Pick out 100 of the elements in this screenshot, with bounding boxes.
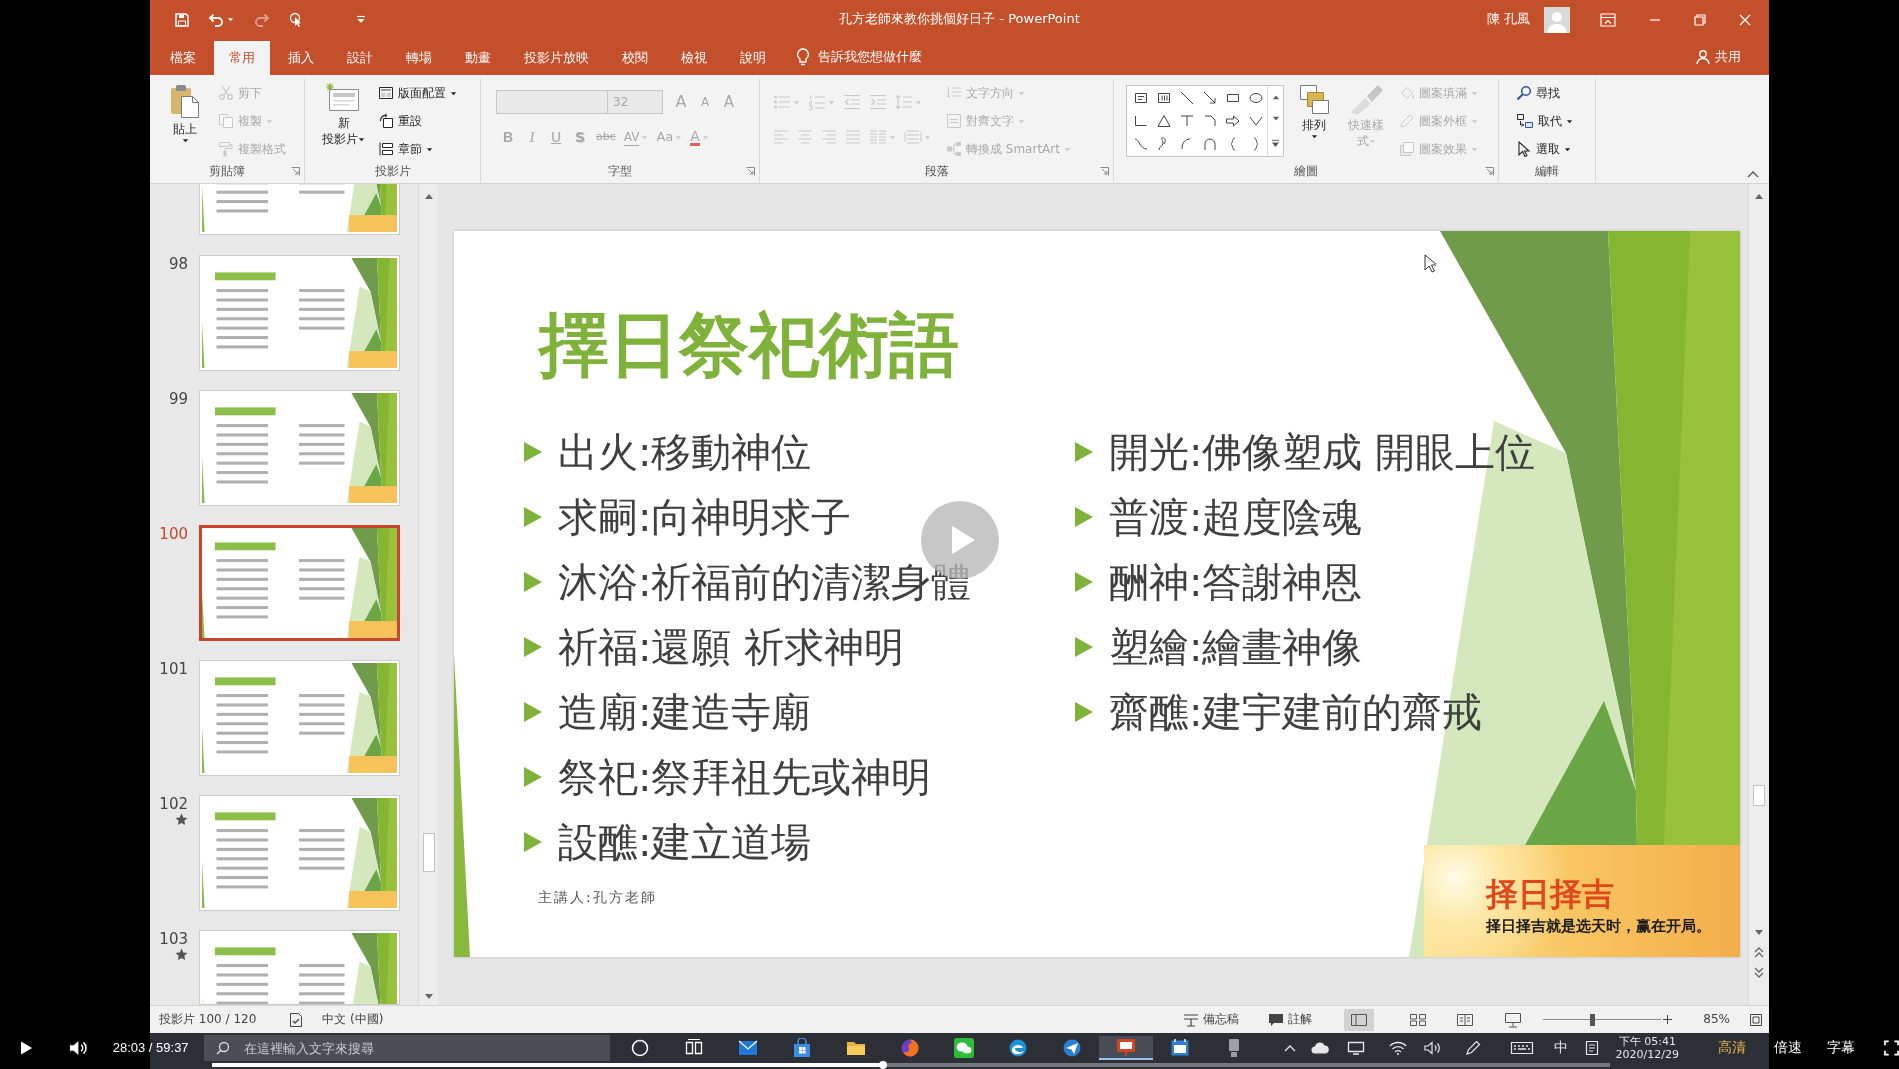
person-icon [1695,49,1711,65]
arrow-line-icon[interactable] [1201,89,1218,106]
slide-thumbnail[interactable] [199,525,400,641]
player-option-button[interactable]: 倍速 [1774,1039,1802,1057]
mouse-pointer-icon [1424,254,1436,273]
presentation-icon [1115,1037,1136,1057]
scroll-up-icon[interactable] [1754,192,1764,200]
find-button[interactable]: 尋找 [1513,79,1576,107]
dialog-launcher-icon[interactable] [1485,167,1494,176]
bullet-triangle-icon [523,830,543,853]
ribbon-display-icon[interactable] [1600,12,1616,27]
input-method-indicator[interactable]: 中 [1553,1039,1568,1057]
display-icon[interactable] [1346,1041,1365,1055]
close-icon[interactable] [1739,13,1751,26]
zoom-slider-thumb[interactable] [1589,1013,1595,1026]
previous-slide-icon[interactable] [1754,946,1764,958]
new-slide-button[interactable]: 新 投影片 [320,79,367,147]
bullet-text: 出火:移動神位 [558,427,812,476]
section-button[interactable]: 章節 [375,135,460,163]
ribbon-tab[interactable]: 設計 [332,41,388,75]
avatar-icon[interactable] [1544,6,1570,33]
select-button[interactable]: 選取 [1513,135,1576,163]
wifi-icon[interactable] [1388,1041,1407,1055]
progress-track[interactable] [212,1063,1610,1067]
volume-icon[interactable] [69,1039,90,1057]
cloud-icon[interactable] [1309,1041,1330,1055]
fit-to-window-icon[interactable] [1749,1012,1763,1027]
diagram-icon [946,141,962,157]
reset-button[interactable]: 重設 [375,107,460,135]
ribbon-tab[interactable]: 動畫 [450,41,506,75]
zoom-level[interactable]: 85% [1703,1012,1730,1027]
restore-icon[interactable] [1694,13,1706,26]
keyboard-icon[interactable] [1509,1041,1534,1055]
save-icon[interactable] [174,11,190,28]
document-check-icon[interactable] [288,1011,305,1028]
slide-number: 98 [167,255,188,273]
layout-button[interactable]: 版面配置 [375,79,460,107]
replace-button[interactable]: 取代 [1513,107,1576,135]
normal-view-button[interactable] [1344,1008,1375,1031]
ribbon-tab[interactable]: 常用 [214,41,270,75]
scroll-up-icon[interactable] [1271,94,1280,101]
language-indicator[interactable]: 中文 (中國) [322,1012,384,1027]
expand-gallery-icon[interactable] [1271,138,1280,148]
user-name[interactable]: 陳 孔風 [1486,11,1530,28]
scroll-down-icon[interactable] [1754,929,1764,937]
taskbar-button[interactable] [1098,1036,1153,1060]
bullet-text: 酬神:答謝神恩 [1109,557,1363,606]
dialog-launcher-icon[interactable] [291,167,300,176]
shapes-gallery[interactable] [1126,85,1284,157]
dialog-launcher-icon[interactable] [746,167,755,176]
t-shape-icon[interactable] [1178,112,1195,129]
player-option-button[interactable]: 字幕 [1827,1039,1855,1057]
ribbon-tab[interactable]: 轉場 [391,41,447,75]
chevron-up-icon[interactable] [1747,170,1759,178]
scrollbar-thumb[interactable] [1753,785,1765,806]
line-icon[interactable] [1178,89,1195,106]
customize-icon[interactable] [356,14,366,25]
shopping-bag-icon [791,1038,812,1058]
tell-me-search[interactable]: 告訴我您想做什麼 [818,48,922,66]
arrange-button[interactable]: 排列 [1292,79,1336,140]
scroll-down-icon[interactable] [1271,116,1280,123]
bullet-text: 開光:佛像塑成 開眼上位 [1109,427,1536,476]
fullscreen-icon[interactable] [1884,1040,1899,1056]
ribbon-tab[interactable]: 校閱 [607,41,663,75]
curve-icon[interactable] [1132,135,1149,152]
paste-button[interactable]: 貼上 [163,79,207,144]
speaker-icon[interactable] [1423,1041,1442,1055]
triangle-icon[interactable] [1155,112,1172,129]
play-icon[interactable] [20,1040,34,1056]
ribbon-tab[interactable]: 插入 [273,41,329,75]
swirl-icon [1007,1038,1028,1058]
document-icon[interactable] [1584,1040,1599,1056]
share-button[interactable]: 共用 [1691,46,1745,68]
next-slide-icon[interactable] [1754,967,1764,979]
scrollbar-thumb[interactable] [422,833,435,872]
ribbon-tab[interactable]: 投影片放映 [509,41,604,75]
arch-icon[interactable] [1201,135,1218,152]
notes-button[interactable]: 備忘稿 [1183,1012,1240,1027]
chat-bubbles-icon [953,1038,974,1058]
presenter-name: 主講人:孔方老師 [538,889,657,905]
normal-view-icon [1350,1012,1369,1027]
plus-icon[interactable] [1663,1015,1673,1024]
ribbon-tab[interactable]: 檔案 [155,41,211,75]
ribbon-tab[interactable]: 檢視 [666,41,722,75]
bulleted-list-icon [773,94,791,110]
taskbar-search-field[interactable]: 在這裡輸入文字來搜尋 [203,1035,610,1061]
dialog-launcher-icon[interactable] [1100,167,1109,176]
scroll-up-icon[interactable] [423,192,434,200]
slideshow-icon [1504,1011,1523,1028]
right-arrow-icon[interactable] [1224,112,1241,129]
scroll-down-icon[interactable] [423,993,434,1001]
caret-icon[interactable] [227,16,234,23]
bullet-triangle-icon [523,440,543,463]
slide-counter: 投影片 100 / 120 [159,1012,257,1027]
pen-icon[interactable] [1464,1040,1481,1056]
progress-handle[interactable] [879,1061,888,1069]
undo-icon[interactable] [208,11,224,28]
comments-button[interactable]: 註解 [1268,1012,1313,1027]
ribbon-tab[interactable]: 說明 [725,41,781,75]
player-option-button[interactable]: 高清 [1718,1039,1746,1057]
